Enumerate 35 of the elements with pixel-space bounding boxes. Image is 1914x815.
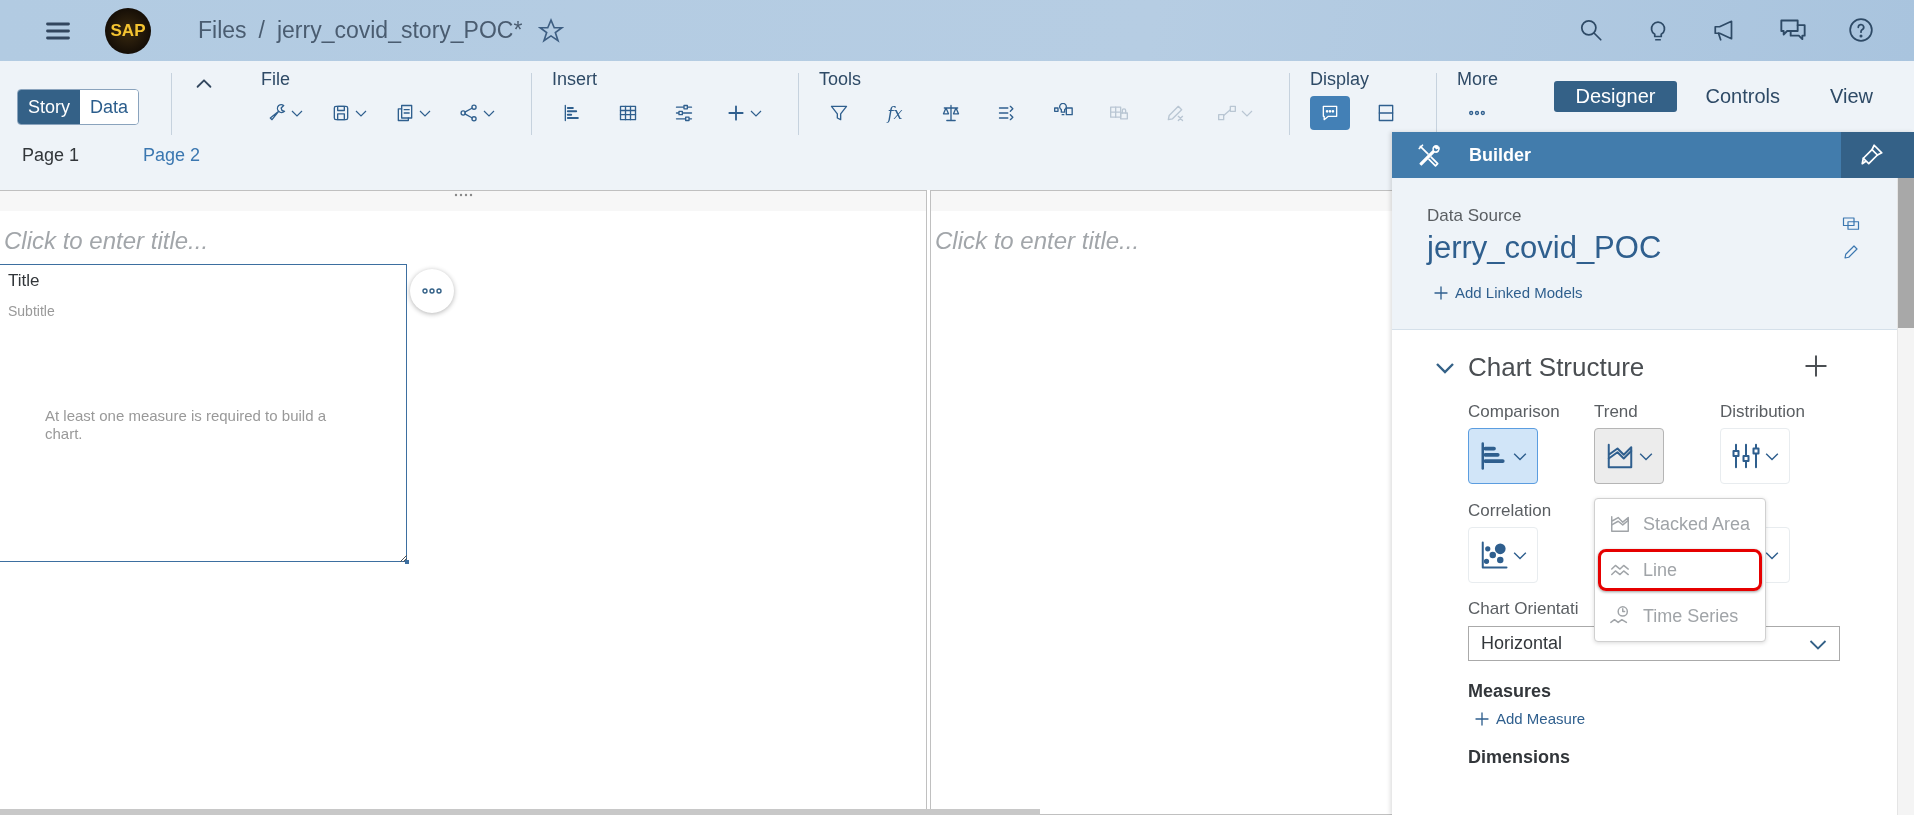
story-title: jerry_covid_story_POC*	[276, 17, 523, 44]
section-title: Chart Structure	[1468, 352, 1645, 383]
toolbar-button[interactable]: fx	[875, 96, 916, 130]
chart-type-label: Distribution	[1720, 402, 1806, 422]
chart-title: Title	[8, 271, 40, 291]
orientation-label: Chart Orientati	[1468, 599, 1579, 619]
chart-type-label: Trend	[1594, 402, 1638, 422]
toolbar-group-label: Display	[1310, 69, 1371, 90]
view-tab[interactable]: View	[1809, 81, 1894, 112]
data-source-name: jerry_covid_POC	[1427, 230, 1662, 266]
toolbar-group-label: More	[1457, 69, 1500, 90]
chart-subtitle: Subtitle	[8, 303, 55, 319]
panel-title: Builder	[1469, 144, 1531, 166]
measures-heading: Measures	[1468, 681, 1552, 702]
add-linked-models-link[interactable]: Add Linked Models	[1433, 284, 1583, 301]
toolbar-group-label: File	[261, 69, 292, 90]
chart-type-label: Comparison	[1468, 402, 1560, 422]
page-tab[interactable]: Page 2	[125, 141, 219, 170]
toolbar-group-label: Insert	[552, 69, 599, 90]
empty-chart-message: At least one measure is required to build a chart.	[45, 407, 327, 443]
mode-toggle-button[interactable]: Story	[18, 90, 80, 124]
logo[interactable]: SAP	[105, 7, 151, 54]
function-icon: fx	[887, 103, 903, 123]
data-source-label: Data Source	[1427, 206, 1522, 226]
view-tab[interactable]: Controls	[1684, 81, 1801, 112]
breadcrumb-link[interactable]: Files	[198, 17, 247, 44]
chart-widget[interactable]: Title Subtitle At least one measure is required to build a chart.	[0, 264, 407, 562]
add-measure-link[interactable]: Add Measure	[1474, 710, 1586, 727]
chart-type-label: Correlation	[1468, 501, 1552, 521]
view-tab[interactable]: Designer	[1554, 81, 1677, 112]
dimensions-heading: Dimensions	[1468, 747, 1571, 768]
page-tab[interactable]: Page 1	[4, 141, 98, 170]
breadcrumb-separator: /	[258, 17, 265, 44]
mode-toggle-button[interactable]: Data	[80, 90, 139, 124]
toolbar-group-label: Tools	[819, 69, 863, 90]
